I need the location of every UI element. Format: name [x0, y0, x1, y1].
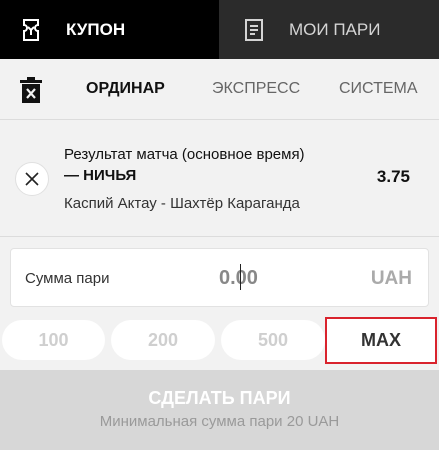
- max-label: MAX: [361, 330, 401, 350]
- quick-amount-200[interactable]: 200: [111, 320, 215, 360]
- text-caret: [240, 264, 241, 290]
- bet-outcome: — НИЧЬЯ: [64, 167, 137, 184]
- place-bet-label: СДЕЛАТЬ ПАРИ: [148, 388, 291, 408]
- trash-icon[interactable]: [20, 77, 42, 103]
- tab-express[interactable]: ЭКСПРЕСС: [212, 80, 300, 98]
- bet-selection: Результат матча (основное время) — НИЧЬЯ…: [0, 121, 439, 237]
- min-stake-note: Минимальная сумма пари 20 UAH: [99, 413, 340, 430]
- stake-input[interactable]: 0.00: [219, 267, 258, 290]
- remove-bet-button[interactable]: [15, 162, 49, 196]
- tab-my-bets-label: МОИ ПАРИ: [289, 19, 381, 39]
- quick-amount-max[interactable]: MAX: [325, 317, 437, 364]
- document-icon: [243, 18, 265, 41]
- bet-type-tabs: ОРДИНАР ЭКСПРЕСС СИСТЕМА: [0, 59, 439, 120]
- stake-currency: UAH: [370, 268, 412, 289]
- bet-market: Результат матча (основное время): [64, 146, 305, 163]
- quick-amount-500[interactable]: 500: [221, 320, 325, 360]
- tab-single[interactable]: ОРДИНАР: [86, 80, 165, 98]
- tab-coupon-label: КУПОН: [66, 19, 126, 39]
- close-icon: [25, 172, 39, 186]
- tab-system[interactable]: СИСТЕМА: [339, 80, 418, 98]
- coupon-icon: [20, 18, 42, 41]
- top-tabs: КУПОН МОИ ПАРИ: [0, 0, 439, 59]
- tab-my-bets[interactable]: МОИ ПАРИ: [219, 0, 439, 59]
- quick-amount-100[interactable]: 100: [2, 320, 105, 360]
- tab-coupon[interactable]: КУПОН: [0, 0, 219, 59]
- bet-odds: 3.75: [376, 167, 410, 186]
- place-bet-button[interactable]: СДЕЛАТЬ ПАРИ Минимальная сумма пари 20 U…: [0, 370, 439, 450]
- stake-field[interactable]: Сумма пари 0.00 UAH: [10, 248, 429, 307]
- stake-label: Сумма пари: [25, 270, 110, 287]
- bet-event: Каспий Актау - Шахтёр Караганда: [64, 195, 300, 212]
